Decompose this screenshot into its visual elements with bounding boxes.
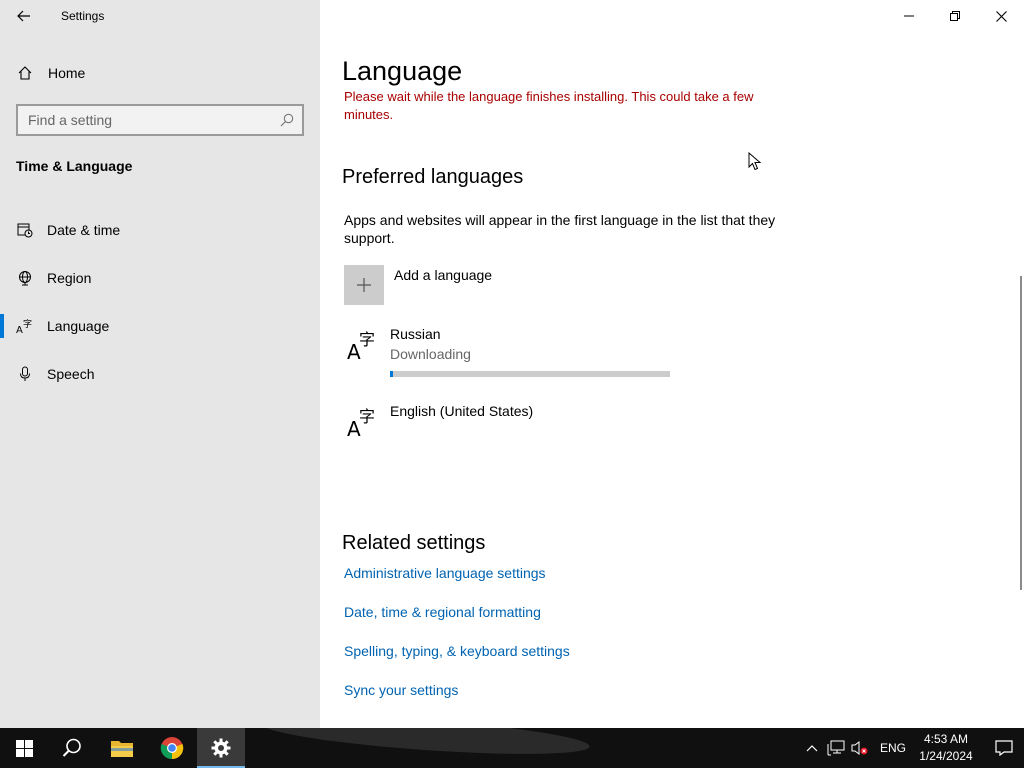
sync-your-settings-link[interactable]: Sync your settings [344, 682, 458, 698]
taskbar-chrome[interactable] [148, 728, 196, 768]
language-item-russian[interactable]: A字 Russian Downloading [344, 326, 670, 377]
search-input[interactable]: Find a setting [18, 112, 272, 128]
language-icon: A字 [347, 407, 375, 439]
chrome-icon [160, 737, 184, 760]
sidebar-item-region[interactable]: Region [0, 254, 320, 302]
main-content: Please wait while the language finishes … [320, 0, 1024, 728]
gear-icon [211, 738, 231, 758]
home-icon [17, 65, 35, 81]
windows-logo-icon [15, 739, 33, 757]
related-settings-heading: Related settings [342, 532, 486, 554]
svg-text:字: 字 [23, 318, 32, 330]
language-item-english[interactable]: A字 English (United States) [344, 403, 533, 439]
administrative-language-settings-link[interactable]: Administrative language settings [344, 565, 546, 581]
clock-date: 1/24/2024 [919, 749, 973, 763]
app-title: Settings [61, 9, 105, 23]
add-language-label: Add a language [394, 267, 493, 283]
sidebar-item-label: Region [47, 270, 92, 286]
install-warning: Please wait while the language finishes … [344, 89, 754, 122]
speaker-muted-icon[interactable] [848, 728, 872, 768]
page-title: Language [342, 56, 469, 87]
date-time-icon [16, 222, 34, 238]
sidebar: Settings Home Find a setting Time & Lang… [0, 0, 320, 728]
sidebar-item-home[interactable]: Home [0, 56, 320, 90]
taskbar-file-explorer[interactable] [98, 728, 146, 768]
search-icon [62, 738, 81, 757]
back-arrow-icon [17, 10, 30, 22]
download-progress-bar [390, 371, 670, 377]
taskbar-settings[interactable] [197, 728, 245, 768]
sidebar-nav: Date & time Region A字 Language Speech [0, 206, 320, 398]
date-time-regional-formatting-link[interactable]: Date, time & regional formatting [344, 604, 541, 620]
taskbar: ENG 4:53 AM 1/24/2024 [0, 728, 1024, 768]
start-button[interactable] [0, 728, 48, 768]
language-name: English (United States) [390, 403, 534, 419]
preferred-languages-heading: Preferred languages [342, 166, 524, 188]
sidebar-item-label: Language [47, 318, 110, 334]
progress-fill [390, 371, 393, 377]
home-label: Home [48, 65, 86, 81]
taskbar-search-button[interactable] [48, 728, 96, 768]
restore-icon [950, 11, 960, 21]
close-button[interactable] [978, 0, 1024, 32]
sidebar-item-date-time[interactable]: Date & time [0, 206, 320, 254]
svg-text:A: A [16, 325, 23, 334]
language-status: Downloading [390, 346, 471, 362]
language-icon: A字 [16, 318, 34, 334]
notification-center-button[interactable] [984, 728, 1024, 768]
restore-button[interactable] [932, 0, 978, 32]
language-name: Russian [390, 326, 441, 342]
minimize-button[interactable] [886, 0, 932, 32]
selection-indicator [0, 314, 4, 338]
spelling-typing-keyboard-settings-link[interactable]: Spelling, typing, & keyboard settings [344, 643, 570, 659]
plus-icon [344, 265, 384, 305]
mouse-cursor-icon [748, 152, 762, 171]
svg-text:字: 字 [359, 330, 375, 349]
window-controls [886, 0, 1024, 32]
input-language-indicator[interactable]: ENG [872, 741, 914, 755]
back-button[interactable] [0, 0, 48, 32]
notification-icon [995, 740, 1013, 756]
close-icon [995, 10, 1007, 22]
svg-text:字: 字 [359, 407, 375, 426]
minimize-icon [904, 15, 914, 17]
sidebar-item-language[interactable]: A字 Language [0, 302, 320, 350]
microphone-icon [16, 366, 34, 382]
clock-time: 4:53 AM [923, 732, 969, 746]
system-tray: ENG 4:53 AM 1/24/2024 [800, 728, 1024, 768]
chevron-up-icon[interactable] [800, 728, 824, 768]
sidebar-item-label: Date & time [47, 222, 121, 238]
wallpaper-shadow [259, 728, 591, 762]
add-language-button[interactable]: Add a language [344, 265, 492, 305]
folder-icon [111, 741, 133, 757]
network-icon[interactable] [824, 728, 848, 768]
clock[interactable]: 4:53 AM 1/24/2024 [914, 731, 978, 765]
section-title: Time & Language [16, 158, 133, 174]
search-field[interactable]: Find a setting [16, 104, 304, 136]
sidebar-item-speech[interactable]: Speech [0, 350, 320, 398]
preferred-languages-description: Apps and websites will appear in the fir… [344, 212, 776, 246]
sidebar-item-label: Speech [47, 366, 95, 382]
search-icon[interactable] [272, 113, 302, 127]
language-icon: A字 [347, 330, 375, 362]
globe-icon [16, 270, 34, 286]
scrollbar[interactable] [1020, 276, 1022, 590]
